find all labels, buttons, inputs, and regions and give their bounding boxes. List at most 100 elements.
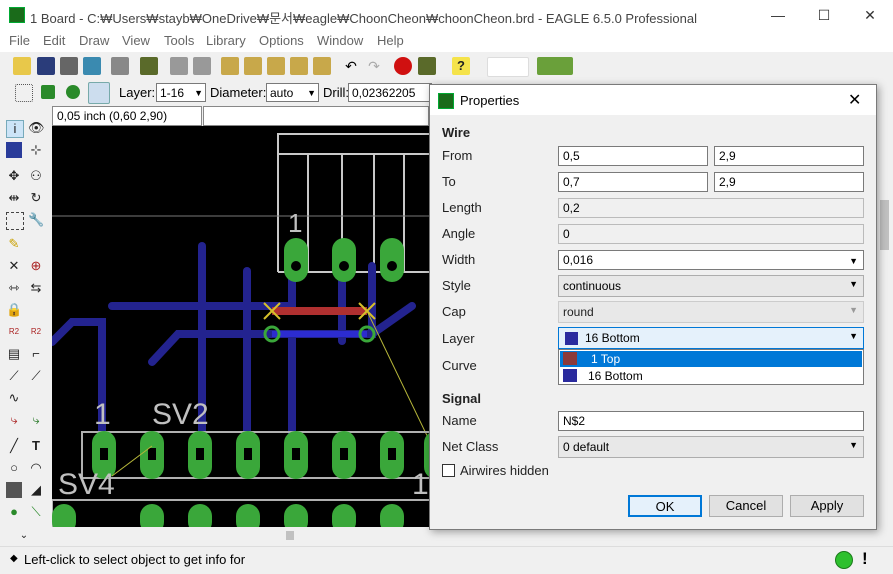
via-square-icon[interactable] [41,85,55,99]
menu-help[interactable]: Help [377,33,404,48]
rotate-tool-icon[interactable]: ↻ [28,190,44,206]
layer-option-top[interactable]: 1 Top [560,351,862,367]
drill-combo[interactable]: 0,02362205 [348,83,432,102]
menu-view[interactable]: View [122,33,150,48]
menu-options[interactable]: Options [259,33,304,48]
designlink-icon[interactable] [487,57,529,77]
zoom-in-icon[interactable] [244,57,262,75]
dialog-close-icon[interactable]: ✕ [848,90,861,110]
status-warning-icon[interactable]: ! [862,549,868,569]
mark-tool-icon[interactable]: ⊹ [28,142,44,158]
redo-icon[interactable]: ↷ [365,57,383,75]
group-tool-icon[interactable] [6,212,24,230]
width-label: Width [442,252,476,267]
signal-name-input[interactable]: N$2 [558,411,864,431]
name-tool-icon[interactable]: R2 [6,324,22,340]
vertical-scrollbar[interactable] [876,106,893,527]
lock-tool-icon[interactable]: 🔒 [6,302,22,318]
miter-tool-icon[interactable]: ⌐ [28,346,44,362]
board-switch-icon[interactable] [140,57,158,75]
width-combo[interactable]: 0,016 ▼ [558,250,864,270]
paste-tool-icon[interactable]: ✎ [6,236,22,252]
diameter-combo[interactable]: auto ▼ [266,83,319,102]
menu-library[interactable]: Library [206,33,246,48]
status-green-light-icon[interactable] [835,551,853,569]
scr-icon[interactable] [170,57,188,75]
minimize-button[interactable]: — [755,0,801,30]
go-icon[interactable] [418,57,436,75]
netclass-dropdown[interactable]: 0 default ▼ [558,436,864,458]
hscroll-thumb[interactable] [286,531,294,540]
menu-draw[interactable]: Draw [79,33,109,48]
diameter-label: Diameter: [210,85,267,100]
add-tool-icon[interactable]: ⊕ [28,258,44,274]
autoroute-tool-icon[interactable]: ⤷ [28,412,44,428]
circle-tool-icon[interactable]: ○ [6,460,22,476]
cam-icon[interactable] [83,57,101,75]
script-icon[interactable] [111,57,129,75]
value-tool-icon[interactable]: R2 [28,324,44,340]
undo-icon[interactable]: ↶ [342,57,360,75]
title-bar: 1 Board - C:₩Users₩stayb₩OneDrive₩문서₩eag… [0,0,893,30]
zoom-select-icon[interactable] [313,57,331,75]
split-tool-icon[interactable]: ⇿ [6,280,22,296]
to-y-input[interactable]: 2,9 [714,172,864,192]
print-icon[interactable] [60,57,78,75]
polygon-tool-icon[interactable]: ◢ [28,482,44,498]
maximize-button[interactable]: ☐ [801,0,847,30]
grid-icon[interactable] [15,84,33,102]
board-canvas[interactable]: 1 SV2 1 SV4 1 [52,126,432,527]
close-window-button[interactable]: ✕ [847,0,893,30]
cancel-button[interactable]: Cancel [709,495,783,517]
optimize-tool-icon[interactable]: ⇆ [28,280,44,296]
ripup-tool-icon[interactable]: ⟋ [28,368,44,384]
delete-tool-icon[interactable]: ✕ [6,258,22,274]
route-tool-icon[interactable]: ⤷ [6,412,22,428]
show-tool-icon[interactable]: 👁 [28,120,45,136]
mirror-tool-icon[interactable]: ⇹ [6,190,22,206]
split-wire-tool-icon[interactable]: ⟋ [6,368,22,384]
info-tool-icon[interactable]: i [6,120,24,138]
zoom-out-icon[interactable] [267,57,285,75]
stop-icon[interactable] [394,57,412,75]
help-icon[interactable]: ? [452,57,470,75]
more-tools-icon[interactable]: ⌄ [16,528,32,544]
meander-tool-icon[interactable]: ∿ [6,390,22,406]
to-x-input[interactable]: 0,7 [558,172,708,192]
layer-combo[interactable]: 1-16 ▼ [156,83,206,102]
ulp-icon[interactable] [193,57,211,75]
save-icon[interactable] [37,57,55,75]
change-tool-icon[interactable]: 🔧 [28,212,44,228]
signal-tool-icon[interactable]: ⟍ [28,504,44,520]
apply-button[interactable]: Apply [790,495,864,517]
from-x-input[interactable]: 0,5 [558,146,708,166]
text-tool-icon[interactable]: T [28,438,44,454]
redraw-icon[interactable] [290,57,308,75]
from-y-input[interactable]: 2,9 [714,146,864,166]
layer-option-bottom[interactable]: 16 Bottom [560,368,862,384]
smash-tool-icon[interactable]: ▤ [6,346,22,362]
scroll-thumb[interactable] [880,200,889,250]
menu-tools[interactable]: Tools [164,33,194,48]
via-round-icon[interactable] [66,85,80,99]
menu-window[interactable]: Window [317,33,363,48]
via-octagon-icon[interactable] [88,82,110,104]
ok-button[interactable]: OK [628,495,702,517]
arc-tool-icon[interactable]: ◠ [28,460,44,476]
via-tool-icon[interactable]: ● [6,504,22,520]
pcb-quote-icon[interactable] [537,57,573,75]
copy-tool-icon[interactable]: ⚇ [28,168,44,184]
rect-tool-icon[interactable] [6,482,22,498]
display-tool-icon[interactable] [6,142,22,158]
zoom-fit-icon[interactable] [221,57,239,75]
style-dropdown[interactable]: continuous ▼ [558,275,864,297]
open-icon[interactable] [13,57,31,75]
dialog-title-bar: Properties ✕ [430,85,876,115]
menu-file[interactable]: File [9,33,30,48]
menu-edit[interactable]: Edit [43,33,65,48]
layer-dropdown[interactable]: 16 Bottom ▼ [558,327,864,349]
wire-tool-icon[interactable]: ╱ [6,438,22,454]
move-tool-icon[interactable]: ✥ [6,168,22,184]
airwires-hidden-checkbox[interactable] [442,464,455,477]
command-line-input[interactable] [203,106,429,126]
